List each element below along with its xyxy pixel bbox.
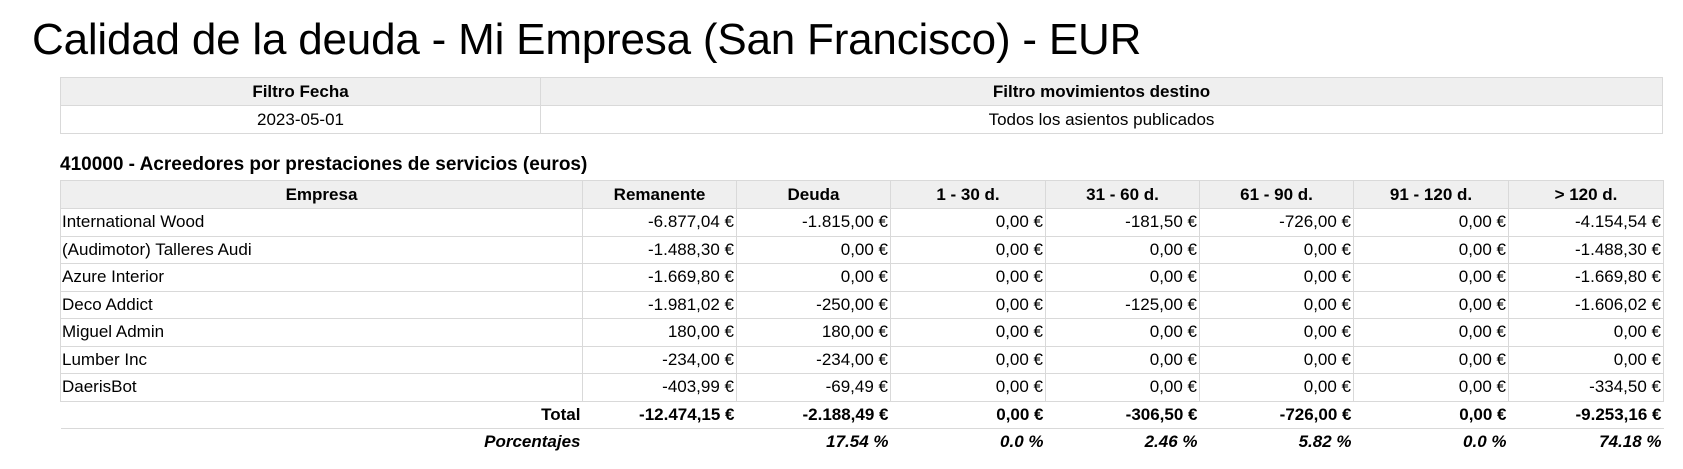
amount-cell: 0,00 € [890, 235, 1046, 264]
amount-cell: 0,00 € [1199, 373, 1354, 402]
amount-cell: -125,00 € [1045, 290, 1200, 319]
amount-cell: 0,00 € [1508, 345, 1664, 374]
company-name-cell: Azure Interior [60, 263, 583, 292]
amount-cell: 0,00 € [736, 235, 891, 264]
table-header-row: Empresa Remanente Deuda 1 - 30 d. 31 - 60 d.… [60, 180, 1664, 209]
amount-cell: 0,00 € [1353, 373, 1509, 402]
amount-cell: -250,00 € [736, 290, 891, 319]
amount-cell: 0,00 € [1353, 235, 1509, 264]
amount-cell: -726,00 € [1199, 208, 1354, 237]
percentage-cell: 2.46 % [1144, 432, 1198, 452]
company-name-cell: Miguel Admin [60, 318, 583, 347]
amount-cell: -181,50 € [1045, 208, 1200, 237]
page-title: Calidad de la deuda - Mi Empresa (San Fr… [32, 15, 1142, 64]
total-cell: -9.253,16 € [1508, 400, 1664, 429]
total-cell: -2.188,49 € [736, 400, 891, 429]
column-header: 31 - 60 d. [1045, 180, 1200, 209]
amount-cell: -6.877,04 € [582, 208, 737, 237]
table-row: Deco Addict -1.981,02 € -250,00 €0,00 € -12… [60, 290, 1664, 319]
amount-cell: 0,00 € [890, 263, 1046, 292]
percentage-cell: 5.82 % [1298, 432, 1352, 452]
amount-cell: -1.981,02 € [582, 290, 737, 319]
column-header: 61 - 90 d. [1199, 180, 1354, 209]
filter-date-value: 2023-05-01 [60, 105, 541, 134]
amount-cell: 0,00 € [1199, 263, 1354, 292]
column-header: Remanente [582, 180, 737, 209]
amount-cell: 0,00 € [890, 290, 1046, 319]
amount-cell: -69,49 € [736, 373, 891, 402]
total-cell: -306,50 € [1045, 400, 1200, 429]
percentage-cell: 74.18 % [1599, 432, 1662, 452]
column-header: > 120 d. [1508, 180, 1664, 209]
percentages-label: Porcentajes [484, 432, 581, 452]
amount-cell: 0,00 € [890, 318, 1046, 347]
amount-cell: -1.669,80 € [582, 263, 737, 292]
section-title: 410000 - Acreedores por prestaciones de … [60, 154, 588, 175]
amount-cell: -1.815,00 € [736, 208, 891, 237]
amount-cell: 0,00 € [1353, 263, 1509, 292]
table-row: Lumber Inc -234,00 € -234,00 €0,00 €0,00 €… [60, 345, 1664, 374]
amount-cell: -1.488,30 € [582, 235, 737, 264]
amount-cell: 0,00 € [1045, 263, 1200, 292]
column-header: 91 - 120 d. [1353, 180, 1509, 209]
total-cell: -726,00 € [1199, 400, 1354, 429]
total-cell: 0,00 € [1353, 400, 1509, 429]
total-cell: 0,00 € [890, 400, 1046, 429]
amount-cell: -234,00 € [736, 345, 891, 374]
amount-cell: 0,00 € [1353, 318, 1509, 347]
column-header: 1 - 30 d. [890, 180, 1046, 209]
amount-cell: -334,50 € [1508, 373, 1664, 402]
amount-cell: 0,00 € [890, 345, 1046, 374]
amount-cell: 180,00 € [582, 318, 737, 347]
amount-cell: -234,00 € [582, 345, 737, 374]
percentages-row: Porcentajes 17.54 % 0.0 % 2.46 % 5.82 % 0.0 %… [61, 429, 1664, 456]
filter-date-header: Filtro Fecha [60, 77, 541, 106]
total-cell: -12.474,15 € [582, 400, 737, 429]
amount-cell: 0,00 € [1045, 318, 1200, 347]
amount-cell: 0,00 € [1199, 235, 1354, 264]
debt-aging-table: Empresa Remanente Deuda 1 - 30 d. 31 - 60 d.… [60, 180, 1664, 456]
amount-cell: 0,00 € [890, 208, 1046, 237]
amount-cell: -403,99 € [582, 373, 737, 402]
table-row: DaerisBot -403,99 € -69,49 €0,00 €0,00 €0,… [60, 373, 1664, 402]
company-name-cell: Lumber Inc [60, 345, 583, 374]
amount-cell: 180,00 € [736, 318, 891, 347]
total-row: Total -12.474,15 € -2.188,49 €0,00 € -306,5… [60, 400, 1664, 429]
amount-cell: 0,00 € [890, 373, 1046, 402]
company-name-cell: International Wood [60, 208, 583, 237]
amount-cell: -1.606,02 € [1508, 290, 1664, 319]
amount-cell: 0,00 € [1353, 208, 1509, 237]
amount-cell: 0,00 € [1199, 290, 1354, 319]
percentage-cell: 0.0 % [1000, 432, 1044, 452]
filter-moves-value: Todos los asientos publicados [540, 105, 1663, 134]
amount-cell: 0,00 € [1508, 318, 1664, 347]
amount-cell: 0,00 € [1353, 290, 1509, 319]
total-label: Total [60, 400, 583, 429]
amount-cell: 0,00 € [736, 263, 891, 292]
column-header: Empresa [60, 180, 583, 209]
amount-cell: 0,00 € [1045, 235, 1200, 264]
company-name-cell: (Audimotor) Talleres Audi [60, 235, 583, 264]
amount-cell: 0,00 € [1045, 373, 1200, 402]
amount-cell: 0,00 € [1045, 345, 1200, 374]
amount-cell: -1.669,80 € [1508, 263, 1664, 292]
company-name-cell: DaerisBot [60, 373, 583, 402]
table-row: Miguel Admin 180,00 €180,00 €0,00 €0,00 €… [60, 318, 1664, 347]
amount-cell: -4.154,54 € [1508, 208, 1664, 237]
table-row: International Wood -6.877,04 € -1.815,00 €… [60, 208, 1664, 237]
percentage-cell: 0.0 % [1463, 432, 1507, 452]
column-header: Deuda [736, 180, 891, 209]
filters-table: Filtro Fecha Filtro movimientos destino … [60, 77, 1663, 134]
amount-cell: -1.488,30 € [1508, 235, 1664, 264]
percentage-cell [583, 429, 737, 456]
table-row: Azure Interior -1.669,80 €0,00 €0,00 €0,0… [60, 263, 1664, 292]
company-name-cell: Deco Addict [60, 290, 583, 319]
amount-cell: 0,00 € [1199, 345, 1354, 374]
amount-cell: 0,00 € [1199, 318, 1354, 347]
percentage-cell: 17.54 % [826, 432, 889, 452]
amount-cell: 0,00 € [1353, 345, 1509, 374]
filter-moves-header: Filtro movimientos destino [540, 77, 1663, 106]
table-row: (Audimotor) Talleres Audi -1.488,30 €0,00… [60, 235, 1664, 264]
